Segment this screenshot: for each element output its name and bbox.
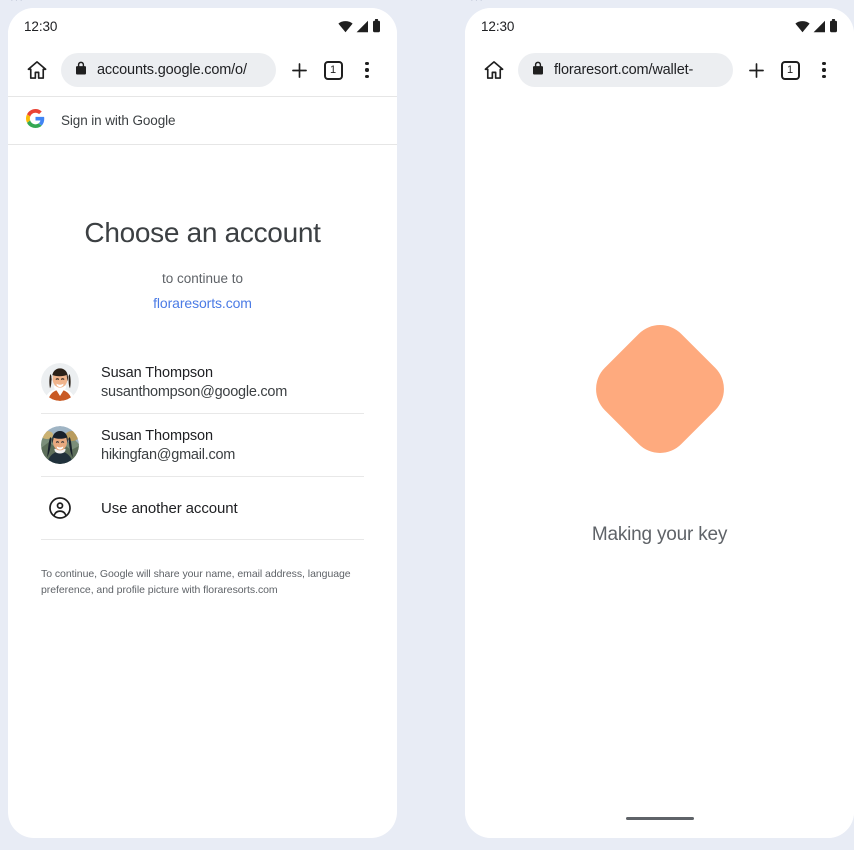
url-text: floraresort.com/wallet- — [554, 62, 694, 78]
google-signin-label: Sign in with Google — [61, 113, 176, 128]
home-icon[interactable] — [22, 55, 52, 85]
wifi-icon — [795, 20, 810, 33]
sharing-disclaimer: To continue, Google will share your name… — [41, 568, 351, 596]
account-info: Susan Thompson susanthompson@google.com — [101, 365, 287, 400]
lock-icon — [532, 61, 544, 80]
account-name: Susan Thompson — [101, 427, 213, 444]
screenshot-canvas: ··· ··· 12:30 accounts.google.com/o/ 1 S… — [0, 0, 854, 850]
continue-to-label: to continue to — [161, 271, 244, 286]
use-another-account-label: Use another account — [101, 499, 238, 517]
account-row[interactable]: Susan Thompson hikingfan@gmail.com — [41, 414, 364, 477]
browser-toolbar-left: accounts.google.com/o/ 1 — [8, 44, 397, 96]
status-bar-right: 12:30 — [465, 8, 854, 44]
clipped-row-above: ··· ··· — [0, 0, 854, 7]
key-shape-icon — [583, 312, 736, 466]
account-list: Susan Thompson susanthompson@google.com — [41, 351, 364, 540]
lock-icon — [75, 61, 87, 80]
making-key-caption: Making your key — [591, 524, 728, 545]
plus-icon[interactable] — [282, 53, 316, 87]
account-email: susanthompson@google.com — [101, 383, 288, 400]
ghost-text-left: ··· — [10, 0, 24, 6]
signal-icon — [356, 20, 369, 33]
account-name: Susan Thompson — [101, 364, 213, 381]
url-text: accounts.google.com/o/ — [97, 62, 247, 78]
battery-icon — [372, 19, 381, 33]
choose-account-page: Choose an account to continue to florare… — [8, 217, 397, 599]
making-key-page: Making your key — [465, 96, 854, 838]
browser-toolbar-right: floraresort.com/wallet- 1 — [465, 44, 854, 96]
status-icons — [795, 19, 838, 33]
status-bar-left: 12:30 — [8, 8, 397, 44]
menu-dots — [822, 61, 826, 79]
wifi-icon — [338, 20, 353, 33]
tab-count-label: 1 — [780, 60, 800, 80]
status-clock: 12:30 — [481, 18, 515, 34]
home-icon[interactable] — [479, 55, 509, 85]
avatar — [41, 363, 79, 401]
tab-counter-button[interactable]: 1 — [316, 53, 350, 87]
plus-icon[interactable] — [739, 53, 773, 87]
account-row[interactable]: Susan Thompson susanthompson@google.com — [41, 351, 364, 414]
menu-dots — [365, 61, 369, 79]
tab-count-label: 1 — [323, 60, 343, 80]
home-indicator[interactable] — [625, 817, 694, 820]
tab-counter-button[interactable]: 1 — [773, 53, 807, 87]
account-circle-icon — [41, 489, 79, 527]
more-vertical-icon[interactable] — [807, 53, 841, 87]
status-clock: 12:30 — [24, 18, 58, 34]
phone-frame-left: 12:30 accounts.google.com/o/ 1 Sign in w… — [8, 8, 397, 838]
google-g-icon — [26, 108, 45, 133]
site-link[interactable]: floraresorts.com — [41, 295, 364, 311]
phone-frame-right: 12:30 floraresort.com/wallet- 1 Making y… — [465, 8, 854, 838]
page-title: Choose an account — [84, 217, 321, 248]
google-signin-header: Sign in with Google — [8, 96, 397, 145]
use-another-account-row[interactable]: Use another account — [41, 477, 364, 540]
url-bar[interactable]: accounts.google.com/o/ — [61, 53, 276, 87]
status-icons — [338, 19, 381, 33]
account-email: hikingfan@gmail.com — [101, 446, 236, 463]
ghost-text-right: ··· — [470, 0, 484, 6]
battery-icon — [829, 19, 838, 33]
url-bar[interactable]: floraresort.com/wallet- — [518, 53, 733, 87]
avatar — [41, 426, 79, 464]
account-info: Susan Thompson hikingfan@gmail.com — [101, 428, 235, 463]
signal-icon — [813, 20, 826, 33]
more-vertical-icon[interactable] — [350, 53, 384, 87]
